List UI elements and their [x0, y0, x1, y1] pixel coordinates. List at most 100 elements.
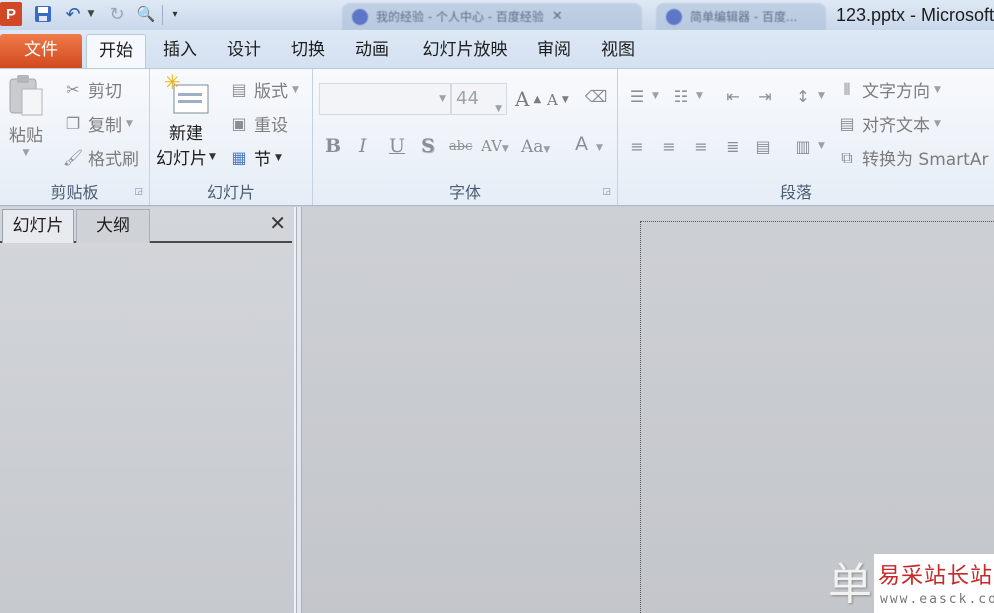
tab-transitions[interactable]: 切换 — [280, 34, 336, 68]
tab-home[interactable]: 开始 — [86, 34, 146, 68]
format-painter-label: 格式刷 — [88, 150, 139, 170]
convert-smartart-button[interactable]: ⧉ 转换为 SmartAr — [836, 145, 988, 171]
dialog-launcher-icon[interactable]: ◲ — [134, 187, 143, 197]
title-bar: P ↶ ▼ ↻ 🔍 ▾ 我的经验 - 个人中心 - 百度经验 ✕ 简单编辑器 -… — [0, 0, 994, 30]
font-color-label: A — [575, 133, 588, 155]
reset-label: 重设 — [254, 116, 288, 136]
increase-indent-button[interactable]: ⇥ — [754, 85, 776, 107]
tab-view[interactable]: 视图 — [590, 34, 646, 68]
font-size-combobox[interactable]: 44 ▼ — [451, 83, 507, 115]
section-label: 节 — [254, 150, 271, 170]
close-pane-icon[interactable]: ✕ — [269, 211, 286, 235]
print-preview-button[interactable]: 🔍 — [134, 2, 158, 26]
layout-button[interactable]: ▤ 版式 ▼ — [228, 77, 299, 102]
tab-outline-pane[interactable]: 大纲 — [76, 209, 150, 243]
slide-editing-area — [302, 207, 994, 613]
undo-dropdown[interactable]: ▼ — [86, 2, 96, 26]
chevron-down-icon: ▼ — [696, 91, 703, 101]
shrink-font-label: A — [547, 91, 558, 109]
tab-animations[interactable]: 动画 — [344, 34, 400, 68]
cut-button[interactable]: ✂ 剪切 — [62, 77, 122, 102]
change-case-button[interactable]: Aa▼ — [521, 137, 550, 157]
new-slide-button[interactable]: ✳ 新建 幻灯片 ▼ — [156, 73, 216, 169]
copy-label: 复制 — [88, 116, 122, 136]
text-direction-button[interactable]: ⫴ 文字方向 ▼ — [836, 77, 941, 103]
character-spacing-button[interactable]: AV▼ — [481, 137, 509, 155]
toolbar-divider — [162, 5, 163, 25]
slides-outline-pane: 幻灯片 大纲 ✕ — [0, 207, 296, 613]
bold-button[interactable]: B — [325, 135, 341, 157]
align-left-button[interactable]: ≡ — [626, 135, 648, 157]
font-color-button[interactable]: A ▼ — [575, 133, 603, 155]
bullets-button[interactable]: ☰ ▼ — [626, 85, 659, 107]
clipboard-group: 粘贴 ▼ ✂ 剪切 ❐ 复制 ▼ 🖌 格式刷 剪贴板 ◲ — [0, 69, 150, 205]
columns-button[interactable]: ▥ ▼ — [792, 135, 824, 157]
ribbon-tab-bar: 文件 开始 插入 设计 切换 动画 幻灯片放映 审阅 视图 — [0, 30, 994, 68]
redo-button[interactable]: ↻ — [106, 2, 128, 26]
watermark-logo: 易采站长站 www.easck.com — [874, 554, 994, 613]
spacing-label: AV — [481, 137, 502, 155]
indent-icon: ⇥ — [758, 86, 772, 106]
section-button[interactable]: ▦ 节 ▼ — [228, 145, 282, 170]
line-spacing-button[interactable]: ↕ ▼ — [792, 85, 825, 107]
distributed-button[interactable]: ▤ — [752, 135, 774, 157]
numbering-button[interactable]: ☷ ▼ — [670, 85, 703, 107]
grow-font-button[interactable]: A ▲ — [515, 87, 541, 111]
new-slide-label-line1: 新建 — [168, 124, 203, 144]
tab-insert[interactable]: 插入 — [152, 34, 208, 68]
grow-font-label: A — [515, 87, 530, 111]
chevron-down-icon: ▼ — [275, 152, 282, 163]
tab-design[interactable]: 设计 — [216, 34, 272, 68]
powerpoint-logo-icon[interactable]: P — [0, 2, 22, 26]
caret-down-icon: ▼ — [561, 95, 569, 105]
align-text-button[interactable]: ▤ 对齐文本 ▼ — [836, 111, 941, 136]
decrease-indent-button[interactable]: ⇤ — [722, 85, 744, 107]
pane-tab-bar: 幻灯片 大纲 ✕ — [0, 207, 292, 243]
new-slide-label-row: 幻灯片 ▼ — [156, 144, 216, 169]
justify-button[interactable]: ≣ — [722, 135, 744, 157]
window-title: 123.pptx - Microsoft — [835, 5, 994, 25]
copy-button[interactable]: ❐ 复制 ▼ — [62, 111, 133, 136]
chevron-down-icon: ▼ — [22, 148, 30, 158]
chevron-down-icon: ▼ — [934, 118, 941, 129]
scissors-icon: ✂ — [66, 80, 80, 99]
text-direction-icon: ⫴ — [843, 79, 851, 99]
chevron-down-icon: ▼ — [439, 94, 446, 104]
tab-file[interactable]: 文件 — [0, 34, 82, 68]
watermark-site-name: 易采站长站 — [878, 564, 994, 589]
shrink-font-button[interactable]: A ▼ — [547, 91, 569, 109]
strikethrough-button[interactable]: abc — [449, 139, 472, 154]
outdent-icon: ⇤ — [726, 86, 740, 106]
paragraph-group: ☰ ▼ ☷ ▼ ⇤ ⇥ ↕ ▼ ≡ ≡ ≡ ≣ ▤ ▥ ▼ ⫴ 文字方向 ▼ ▤ 对齐文… — [618, 69, 994, 205]
tab-slides-pane[interactable]: 幻灯片 — [2, 209, 74, 243]
save-button[interactable] — [32, 2, 54, 26]
layout-icon: ▤ — [231, 80, 247, 99]
change-case-label: Aa — [521, 137, 544, 157]
customize-toolbar-button[interactable]: ▾ — [168, 2, 182, 26]
paste-button[interactable]: 粘贴 ▼ — [6, 73, 46, 158]
chevron-down-icon: ▼ — [495, 104, 502, 114]
magnifier-icon: 🔍 — [136, 5, 156, 23]
chevron-down-icon: ▼ — [596, 143, 603, 153]
align-right-button[interactable]: ≡ — [690, 135, 712, 157]
underline-button[interactable]: U — [389, 135, 405, 157]
bullet-list-icon: ☰ — [629, 86, 645, 106]
reset-icon: ▣ — [231, 114, 247, 133]
copy-icon: ❐ — [65, 114, 81, 133]
undo-button[interactable]: ↶ — [62, 2, 84, 26]
align-center-button[interactable]: ≡ — [658, 135, 680, 157]
text-direction-label: 文字方向 — [862, 82, 930, 102]
tab-review[interactable]: 审阅 — [526, 34, 582, 68]
redo-icon: ↻ — [109, 3, 125, 25]
reset-button[interactable]: ▣ 重设 — [228, 111, 288, 136]
text-shadow-button[interactable]: S — [421, 135, 435, 157]
group-label: 幻灯片 — [206, 183, 255, 202]
clear-formatting-button[interactable]: ⌫ — [585, 85, 608, 107]
tab-slideshow[interactable]: 幻灯片放映 — [410, 34, 520, 68]
format-painter-button[interactable]: 🖌 格式刷 — [62, 145, 139, 170]
chevron-down-icon: ▼ — [292, 84, 299, 95]
italic-button[interactable]: I — [359, 135, 367, 157]
group-label: 剪贴板 — [50, 183, 99, 202]
align-left-icon: ≡ — [630, 136, 644, 156]
font-name-combobox[interactable]: ▼ — [319, 83, 451, 115]
